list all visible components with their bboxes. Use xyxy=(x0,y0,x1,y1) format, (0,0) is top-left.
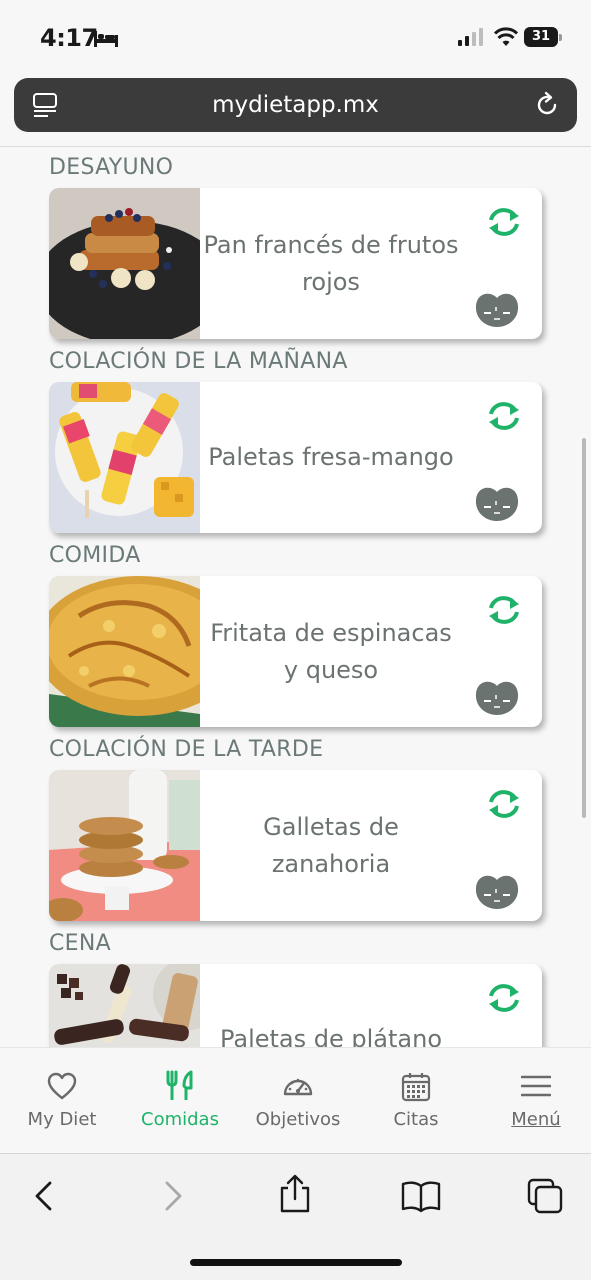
meal-card-cena[interactable]: Paletas de plátano xyxy=(49,964,542,1047)
tab-objetivos[interactable]: Objetivos xyxy=(240,1048,356,1148)
tab-citas[interactable]: Citas xyxy=(358,1048,474,1148)
meal-card-comida[interactable]: Fritata de espinacas y queso xyxy=(49,576,542,727)
wifi-icon xyxy=(494,27,518,46)
tabs-overview-icon[interactable] xyxy=(527,1178,563,1214)
neutral-face-icon[interactable] xyxy=(475,874,519,910)
meal-card-desayuno[interactable]: Pan francés de frutos rojos xyxy=(49,188,542,339)
gauge-icon xyxy=(283,1078,313,1096)
scrollbar[interactable] xyxy=(582,438,586,818)
meal-photo[interactable] xyxy=(49,382,200,533)
neutral-face-icon[interactable] xyxy=(475,680,519,716)
meal-photo[interactable] xyxy=(49,770,200,921)
home-indicator[interactable] xyxy=(190,1259,402,1266)
calendar-icon xyxy=(401,1073,431,1102)
address-bar[interactable]: mydietapp.mx xyxy=(14,78,577,132)
swap-meal-icon[interactable] xyxy=(486,400,522,432)
cellular-signal-icon xyxy=(458,28,483,46)
tab-menu[interactable]: Menú xyxy=(478,1048,591,1148)
bookmarks-icon[interactable] xyxy=(401,1178,441,1214)
meal-card-colacion-tarde[interactable]: Galletas de zanahoria xyxy=(49,770,542,921)
forward-arrow-icon[interactable] xyxy=(155,1178,191,1214)
section-heading-colacion-tarde: COLACIÓN DE LA TARDE xyxy=(49,737,324,762)
reload-icon[interactable] xyxy=(533,91,561,119)
tab-my-diet[interactable]: My Diet xyxy=(4,1048,120,1148)
swap-meal-icon[interactable] xyxy=(486,982,522,1014)
status-bar: 4:17 31 xyxy=(0,0,591,70)
meal-photo[interactable] xyxy=(49,188,200,339)
back-arrow-icon[interactable] xyxy=(26,1178,62,1214)
neutral-face-icon[interactable] xyxy=(475,292,519,328)
tab-comidas[interactable]: Comidas xyxy=(122,1048,238,1148)
meal-name[interactable]: Paletas fresa-mango xyxy=(200,382,462,533)
meal-name[interactable]: Pan francés de frutos rojos xyxy=(200,188,462,339)
meal-photo[interactable] xyxy=(49,964,200,1047)
meal-name[interactable]: Galletas de zanahoria xyxy=(200,770,462,921)
meal-name[interactable]: Paletas de plátano xyxy=(200,964,462,1047)
swap-meal-icon[interactable] xyxy=(486,206,522,238)
fork-knife-icon xyxy=(166,1070,193,1100)
battery-level: 31 xyxy=(524,27,558,47)
url-text[interactable]: mydietapp.mx xyxy=(14,78,577,132)
meal-name[interactable]: Fritata de espinacas y queso xyxy=(200,576,462,727)
hamburger-icon xyxy=(521,1075,551,1097)
section-heading-cena: CENA xyxy=(49,931,111,956)
section-heading-desayuno: DESAYUNO xyxy=(49,155,174,180)
meal-photo[interactable] xyxy=(49,576,200,727)
meal-card-colacion-manana[interactable]: Paletas fresa-mango xyxy=(49,382,542,533)
battery-icon: 31 xyxy=(524,27,562,47)
tab-label: Citas xyxy=(393,1109,439,1130)
tab-label: Objetivos xyxy=(255,1109,341,1130)
tab-label: Menú xyxy=(511,1109,561,1130)
tab-label: My Diet xyxy=(27,1109,97,1130)
app-tab-bar: My Diet Comidas Objetivos Citas Menú xyxy=(0,1047,591,1153)
section-heading-comida: COMIDA xyxy=(49,543,141,568)
swap-meal-icon[interactable] xyxy=(486,594,522,626)
status-time: 4:17 xyxy=(40,24,98,52)
heart-icon xyxy=(47,1072,77,1100)
bed-icon xyxy=(94,31,118,47)
share-icon[interactable] xyxy=(277,1174,313,1214)
tab-label: Comidas xyxy=(141,1109,219,1130)
neutral-face-icon[interactable] xyxy=(475,486,519,522)
section-heading-colacion-manana: COLACIÓN DE LA MAÑANA xyxy=(49,349,348,374)
meal-list[interactable]: DESAYUNO Pan francés de frutos rojos COL… xyxy=(0,147,591,1047)
swap-meal-icon[interactable] xyxy=(486,788,522,820)
